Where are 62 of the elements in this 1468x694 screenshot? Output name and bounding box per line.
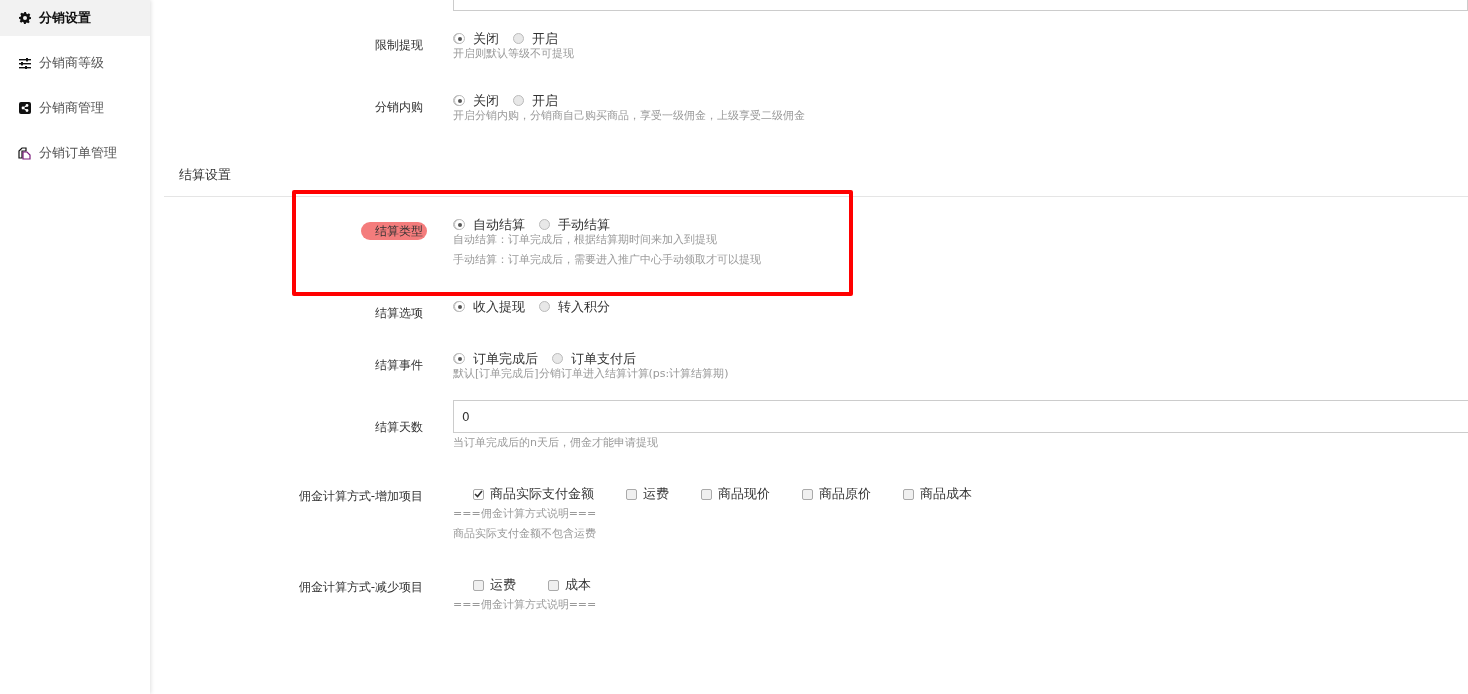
help-text: 自动结算：订单完成后，根据结算期时间来加入到提现 [453, 232, 718, 248]
help-text: 开启则默认等级不可提现 [453, 46, 575, 62]
field-label: 佣金计算方式-增加项目 [298, 488, 423, 505]
radio-button[interactable] [454, 353, 465, 364]
sliders-icon [18, 56, 31, 70]
option-label[interactable]: 开启 [532, 29, 558, 48]
field-label: 分销内购 [375, 99, 423, 116]
option-label[interactable]: 商品实际支付金额 [490, 485, 594, 503]
option-label[interactable]: 手动结算 [558, 215, 610, 234]
field-label: 佣金计算方式-减少项目 [298, 579, 423, 596]
field-label: 结算选项 [375, 305, 423, 322]
sidebar-item[interactable]: 分销商管理 [0, 90, 150, 126]
help-text: ===佣金计算方式说明=== [453, 597, 598, 613]
section-title: 结算设置 [179, 166, 231, 184]
radio-button[interactable] [454, 219, 465, 230]
option-label[interactable]: 商品现价 [718, 485, 770, 503]
field-label: 结算事件 [375, 357, 423, 374]
checkbox[interactable] [626, 488, 637, 500]
checkbox[interactable] [473, 488, 484, 500]
copy-icon [18, 146, 31, 160]
checkbox[interactable] [473, 579, 484, 591]
sidebar-item[interactable]: 分销订单管理 [0, 135, 150, 171]
checkbox[interactable] [548, 579, 559, 591]
field-label: 限制提现 [375, 37, 423, 54]
field-label: 结算类型 [361, 222, 427, 240]
help-text: 手动结算：订单完成后，需要进入推广中心手动领取才可以提现 [453, 252, 762, 268]
radio-button[interactable] [539, 301, 550, 312]
option-label[interactable]: 关闭 [473, 91, 499, 110]
help-text: 商品实际支付金额不包含运费 [453, 526, 597, 542]
radio-button[interactable] [552, 353, 563, 364]
field-label: 结算天数 [375, 419, 423, 436]
sidebar-item[interactable]: 分销商等级 [0, 45, 150, 81]
option-label[interactable]: 订单支付后 [571, 349, 636, 368]
radio-button[interactable] [539, 219, 550, 230]
checkbox[interactable] [903, 488, 914, 500]
option-label[interactable]: 运费 [643, 485, 669, 503]
checkbox[interactable] [701, 488, 712, 500]
help-text: 开启分销内购，分销商自己购买商品，享受一级佣金，上级享受二级佣金 [453, 108, 806, 124]
option-label[interactable]: 订单完成后 [473, 349, 538, 368]
radio-button[interactable] [513, 33, 524, 44]
radio-button[interactable] [454, 95, 465, 106]
radio-button[interactable] [513, 95, 524, 106]
input-field[interactable]: 0 [453, 400, 1468, 433]
option-label[interactable]: 成本 [565, 576, 591, 594]
radio-button[interactable] [454, 33, 465, 44]
help-text: 默认[订单完成后]分销订单进入结算计算(ps:计算结算期) [453, 366, 730, 382]
option-label[interactable]: 关闭 [473, 29, 499, 48]
gear-icon [18, 11, 31, 25]
input-field[interactable] [453, 0, 1468, 11]
checkbox[interactable] [802, 488, 813, 500]
share-icon [18, 101, 31, 115]
option-label[interactable]: 转入积分 [558, 297, 610, 316]
help-text: ===佣金计算方式说明=== [453, 506, 598, 522]
option-label[interactable]: 收入提现 [473, 297, 525, 316]
option-label[interactable]: 商品成本 [920, 485, 972, 503]
sidebar-item[interactable]: 分销设置 [0, 0, 150, 36]
option-label[interactable]: 开启 [532, 91, 558, 110]
help-text: 当订单完成后的n天后，佣金才能申请提现 [453, 435, 659, 451]
radio-button[interactable] [454, 301, 465, 312]
option-label[interactable]: 运费 [490, 576, 516, 594]
option-label[interactable]: 商品原价 [819, 485, 871, 503]
option-label[interactable]: 自动结算 [473, 215, 525, 234]
